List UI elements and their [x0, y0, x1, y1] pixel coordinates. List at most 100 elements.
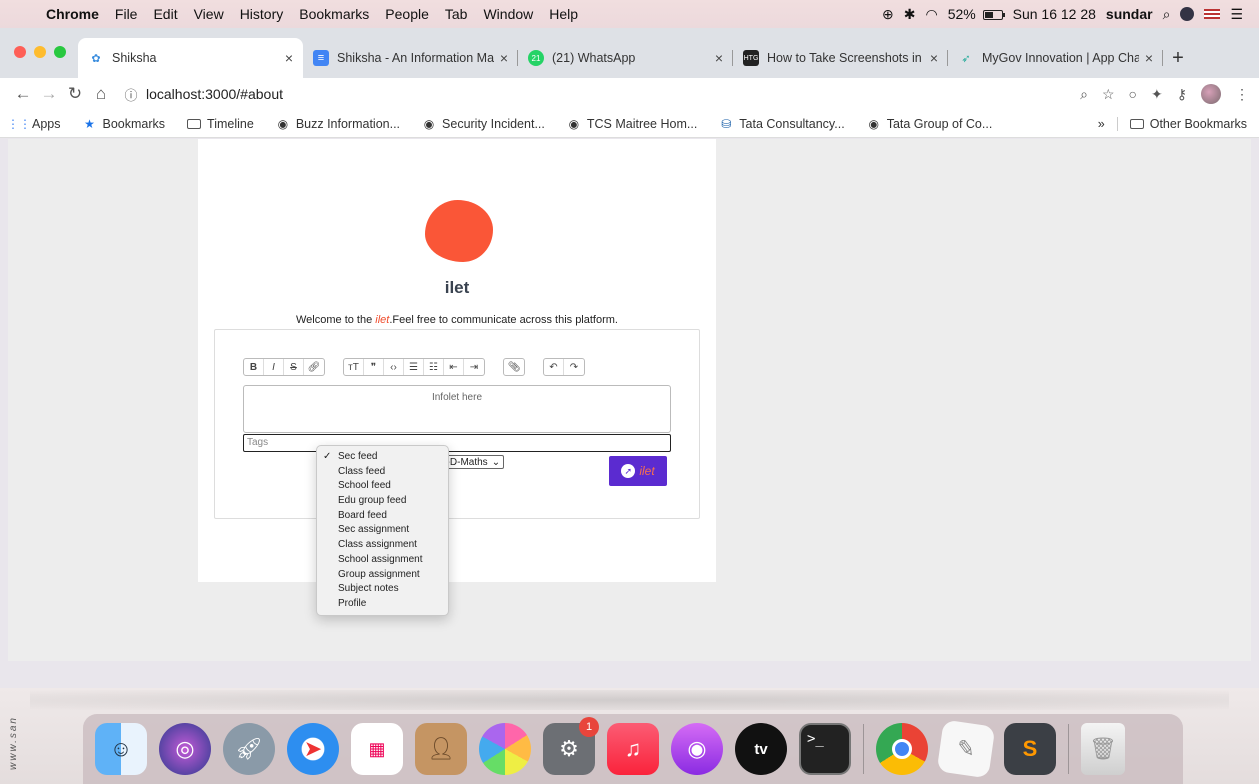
- app-grid-icon[interactable]: ▦: [351, 723, 403, 775]
- dropdown-option[interactable]: Sec assignment: [317, 523, 448, 538]
- quote-button[interactable]: ❞: [364, 359, 384, 375]
- dropdown-option[interactable]: ✓ Sec feed: [317, 450, 448, 465]
- bookmark-security[interactable]: ◉ Security Incident...: [422, 117, 545, 131]
- system-preferences-icon[interactable]: ⚙ 1: [543, 717, 599, 775]
- italic-button[interactable]: I: [264, 359, 284, 375]
- chrome-menu-icon[interactable]: ⋮: [1235, 86, 1249, 103]
- finder-icon[interactable]: ☺: [95, 723, 147, 775]
- bold-button[interactable]: B: [244, 359, 264, 375]
- back-icon[interactable]: ←: [10, 84, 36, 104]
- siri-icon[interactable]: ◎: [159, 723, 211, 775]
- menu-tab[interactable]: Tab: [437, 6, 476, 22]
- bookmark-apps[interactable]: ⋮⋮ Apps: [7, 117, 61, 131]
- podcasts-icon[interactable]: ◉: [671, 723, 723, 775]
- textedit-icon[interactable]: ✎: [936, 719, 996, 779]
- bookmark-tata-consultancy[interactable]: ⛁ Tata Consultancy...: [719, 117, 844, 131]
- indent-button[interactable]: ⇥: [464, 359, 484, 375]
- zoom-window-button[interactable]: [54, 46, 66, 58]
- menu-view[interactable]: View: [186, 6, 232, 22]
- dropdown-option[interactable]: School feed: [317, 479, 448, 494]
- site-info-icon[interactable]: ⓘ: [122, 85, 140, 104]
- bookmark-buzz[interactable]: ◉ Buzz Information...: [276, 117, 400, 131]
- menu-user[interactable]: sundar: [1106, 6, 1153, 22]
- notification-center-icon[interactable]: ☰: [1230, 6, 1243, 23]
- wifi-icon[interactable]: ◠: [925, 6, 937, 23]
- heading-button[interactable]: тT: [344, 359, 364, 375]
- link-button[interactable]: 🔗︎: [304, 359, 324, 375]
- dropdown-option[interactable]: Class feed: [317, 465, 448, 480]
- tab-mygov[interactable]: ➶ MyGov Innovation | App Cha ×: [948, 38, 1163, 78]
- extensions-puzzle-icon[interactable]: ✦: [1151, 86, 1163, 103]
- tab-shiksha-info[interactable]: ≡ Shiksha - An Information Ma ×: [303, 38, 518, 78]
- bookmark-tcs-maitree[interactable]: ◉ TCS Maitree Hom...: [567, 117, 698, 131]
- music-icon[interactable]: ♫: [607, 723, 659, 775]
- close-tab-icon[interactable]: ×: [715, 50, 723, 66]
- battery-status[interactable]: 52%: [948, 6, 1005, 22]
- input-flag-icon[interactable]: [1204, 9, 1221, 19]
- dropdown-option[interactable]: Board feed: [317, 509, 448, 524]
- profile-avatar[interactable]: [1201, 84, 1221, 104]
- address-bar[interactable]: ⓘ localhost:3000/#about: [122, 81, 1070, 107]
- minimize-window-button[interactable]: [34, 46, 46, 58]
- dropdown-option[interactable]: Edu group feed: [317, 494, 448, 509]
- sublime-text-icon[interactable]: S: [1004, 723, 1056, 775]
- safari-icon[interactable]: ➤: [287, 723, 339, 775]
- bookmark-timeline[interactable]: Timeline: [187, 117, 254, 131]
- new-tab-button[interactable]: +: [1163, 38, 1193, 78]
- tab-shiksha[interactable]: ✿ Shiksha ×: [78, 38, 303, 78]
- spotlight-search-icon[interactable]: ⌕: [1163, 6, 1171, 23]
- close-tab-icon[interactable]: ×: [930, 50, 938, 66]
- tab-whatsapp[interactable]: 21 (21) WhatsApp ×: [518, 38, 733, 78]
- bookmark-other[interactable]: Other Bookmarks: [1129, 117, 1247, 131]
- menu-history[interactable]: History: [232, 6, 292, 22]
- siri-icon[interactable]: [1180, 7, 1195, 21]
- dropdown-option[interactable]: School assignment: [317, 553, 448, 568]
- password-key-icon[interactable]: ⚷: [1177, 86, 1187, 103]
- contacts-icon[interactable]: 👤︎: [415, 723, 467, 775]
- dropdown-option[interactable]: Class assignment: [317, 538, 448, 553]
- strike-button[interactable]: S: [284, 359, 304, 375]
- menu-bookmarks[interactable]: Bookmarks: [291, 6, 377, 22]
- menu-file[interactable]: File: [107, 6, 146, 22]
- outdent-button[interactable]: ⇤: [444, 359, 464, 375]
- menu-clock[interactable]: Sun 16 12 28: [1013, 6, 1096, 22]
- bookmark-bookmarks[interactable]: ★ Bookmarks: [83, 117, 165, 131]
- reload-icon[interactable]: ↻: [62, 84, 88, 104]
- redo-button[interactable]: ↷: [564, 359, 584, 375]
- dropdown-option[interactable]: Subject notes: [317, 582, 448, 597]
- chrome-icon[interactable]: [876, 723, 928, 775]
- forward-icon[interactable]: →: [36, 84, 62, 104]
- dropdown-option[interactable]: Profile: [317, 597, 448, 612]
- bookmark-star-icon[interactable]: ☆: [1102, 86, 1115, 103]
- dropdown-option[interactable]: Group assignment: [317, 568, 448, 583]
- accessibility-icon[interactable]: ⊕: [882, 6, 894, 23]
- trash-icon[interactable]: 🗑︎: [1081, 723, 1125, 775]
- code-button[interactable]: ‹›: [384, 359, 404, 375]
- close-tab-icon[interactable]: ×: [500, 50, 508, 66]
- number-list-button[interactable]: ☷: [424, 359, 444, 375]
- bookmarks-overflow-button[interactable]: »: [1098, 117, 1105, 131]
- attach-button[interactable]: 📎︎: [504, 359, 524, 375]
- home-icon[interactable]: ⌂: [88, 84, 114, 104]
- undo-button[interactable]: ↶: [544, 359, 564, 375]
- extension-circle-icon[interactable]: ○: [1129, 86, 1137, 102]
- menu-window[interactable]: Window: [475, 6, 541, 22]
- photos-icon[interactable]: [479, 723, 531, 775]
- close-tab-icon[interactable]: ×: [1145, 50, 1153, 66]
- tags-input[interactable]: Tags: [243, 434, 671, 452]
- menu-people[interactable]: People: [377, 6, 437, 22]
- post-ilet-button[interactable]: ➚ ilet: [609, 456, 667, 486]
- infolet-editor[interactable]: Infolet here: [243, 385, 671, 433]
- bluetooth-icon[interactable]: ✱: [904, 6, 916, 23]
- tab-htg[interactable]: HTG How to Take Screenshots in ×: [733, 38, 948, 78]
- menu-app-chrome[interactable]: Chrome: [38, 6, 107, 22]
- close-tab-icon[interactable]: ×: [285, 50, 293, 66]
- apple-tv-icon[interactable]: tv: [735, 723, 787, 775]
- terminal-icon[interactable]: >_: [799, 723, 851, 775]
- bullet-list-button[interactable]: ☰: [404, 359, 424, 375]
- close-window-button[interactable]: [14, 46, 26, 58]
- launchpad-icon[interactable]: 🚀︎: [223, 723, 275, 775]
- zoom-icon[interactable]: ⌕: [1080, 86, 1088, 103]
- menu-edit[interactable]: Edit: [145, 6, 185, 22]
- menu-help[interactable]: Help: [541, 6, 586, 22]
